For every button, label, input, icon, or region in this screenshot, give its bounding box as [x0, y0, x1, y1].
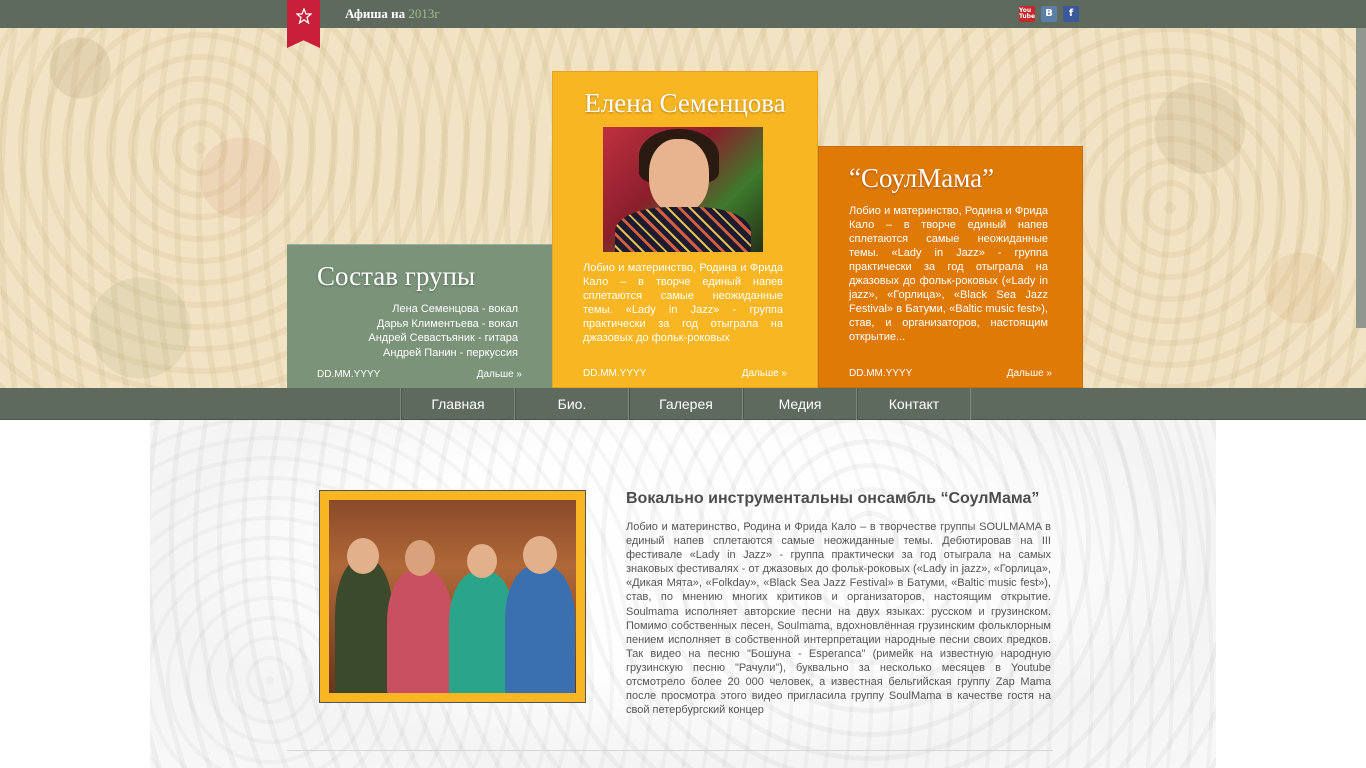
scrollbar[interactable]: [1356, 28, 1366, 328]
content-title: Вокально инструментальны онсамбль “СоулМ…: [626, 490, 1040, 507]
members-panel: Состав групы Лена Семенцова - вокал Дарь…: [287, 244, 552, 388]
top-bar: Афиша на 2013г You Tube В f: [0, 0, 1366, 28]
singer-photo: [603, 127, 763, 252]
youtube-icon[interactable]: You Tube: [1019, 6, 1035, 22]
content-divider: [287, 750, 1053, 751]
social-links: You Tube В f: [1019, 6, 1079, 22]
nav-item-home[interactable]: Главная: [401, 388, 515, 420]
singer-text: Лобио и материнство, Родина и Фрида Кало…: [583, 262, 783, 344]
band-footer: DD.MM.YYYY Дальше »: [849, 368, 1052, 379]
nav-item-gallery[interactable]: Галерея: [629, 388, 743, 420]
member-item: Лена Семенцова - вокал: [392, 303, 518, 315]
star-icon: [295, 8, 312, 24]
nav-item-media[interactable]: Медия: [743, 388, 857, 420]
group-photo: [329, 500, 576, 693]
singer-date: DD.MM.YYYY: [583, 368, 647, 379]
main-nav: Главная Био. Галерея Медия Контакт: [0, 388, 1366, 420]
band-title: “СоулМама”: [849, 163, 995, 193]
singer-footer: DD.MM.YYYY Дальше »: [583, 368, 787, 379]
vk-icon[interactable]: В: [1041, 6, 1057, 22]
band-more-link[interactable]: Дальше »: [1007, 368, 1052, 379]
band-panel: “СоулМама” Лобио и материнство, Родина и…: [818, 146, 1083, 388]
singer-more-link[interactable]: Дальше »: [742, 368, 787, 379]
member-item: Андрей Панин - перкуссия: [383, 346, 518, 359]
members-title: Состав групы: [317, 261, 476, 291]
facebook-icon[interactable]: f: [1063, 6, 1079, 22]
band-text: Лобио и материнство, Родина и Фрида Кало…: [849, 205, 1048, 343]
content-text: Лобио и материнство, Родина и Фрида Кало…: [626, 521, 1051, 717]
members-footer: DD.MM.YYYY Дальше »: [317, 369, 522, 380]
members-list: Лена Семенцова - вокал Дарья Климентьева…: [368, 302, 518, 360]
nav-item-bio[interactable]: Био.: [515, 388, 629, 420]
band-date: DD.MM.YYYY: [849, 368, 913, 379]
singer-title: Елена Семенцова: [584, 88, 786, 118]
singer-panel: Елена Семенцова Лобио и материнство, Род…: [552, 71, 818, 388]
afisha-year: 2013г: [408, 6, 440, 21]
member-item: Андрей Севастьяник - гитара: [368, 332, 518, 344]
member-item: Дарья Климентьева - вокал: [376, 317, 518, 330]
members-date: DD.MM.YYYY: [317, 369, 381, 380]
afisha-label: Афиша на: [345, 6, 406, 21]
members-more-link[interactable]: Дальше »: [477, 369, 522, 380]
group-photo-frame: [319, 490, 586, 703]
nav-item-contact[interactable]: Контакт: [857, 388, 971, 420]
afisha-link[interactable]: Афиша на 2013г: [345, 6, 440, 22]
